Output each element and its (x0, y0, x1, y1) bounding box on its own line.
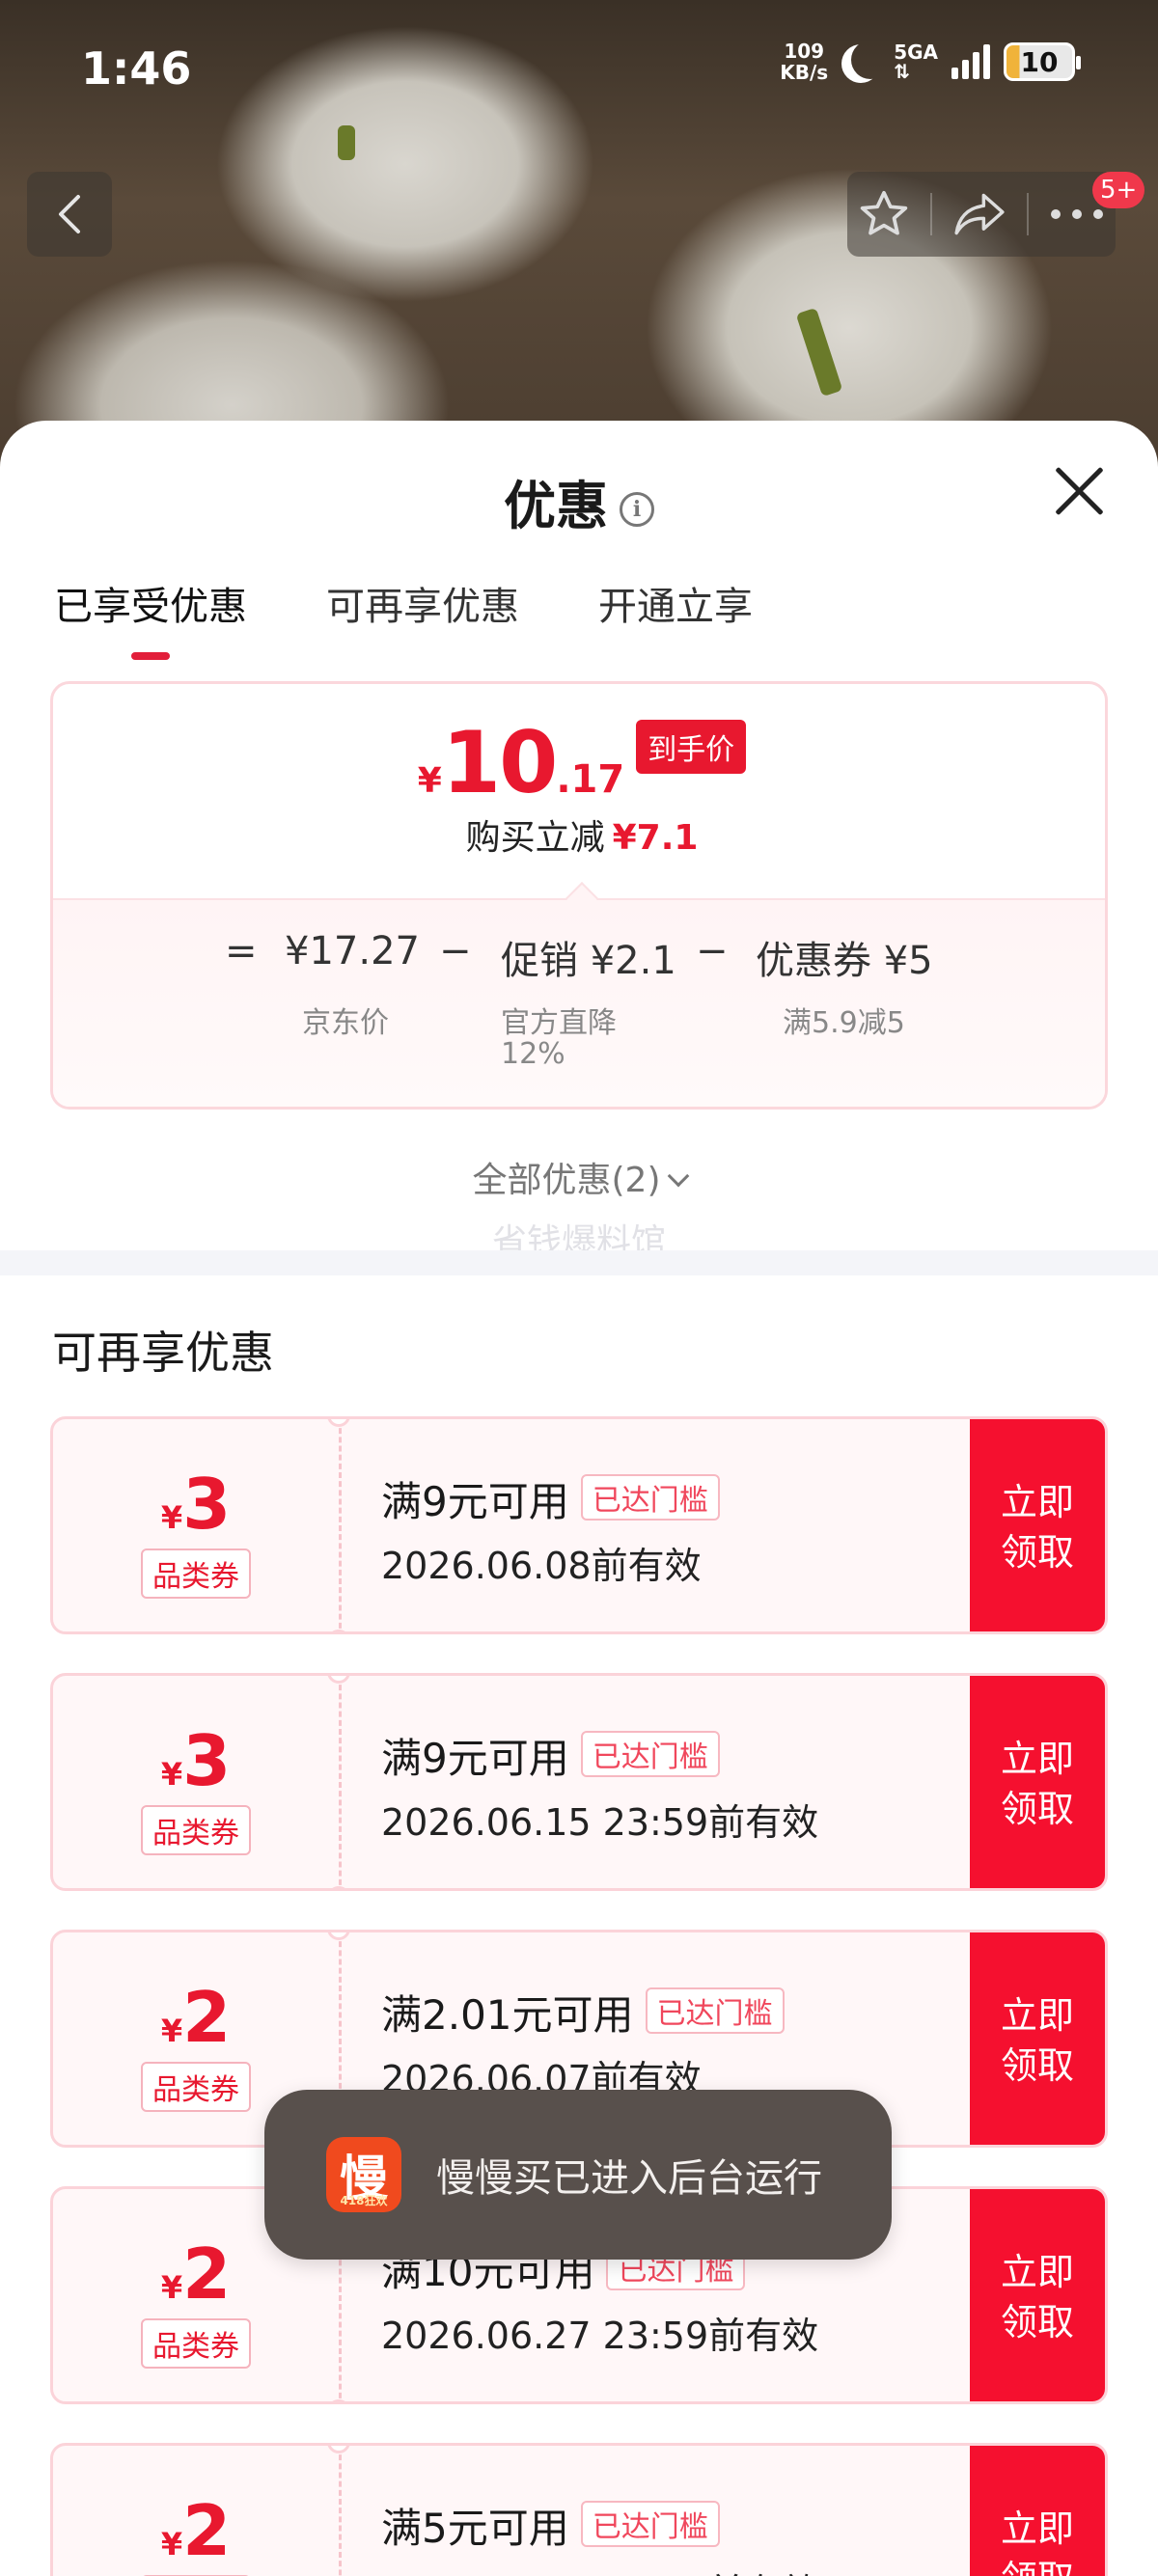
price-breakdown: = ¥17.27 − 促销 ¥2.1 − 优惠券 ¥5 京东价 官方直降 12%… (53, 882, 1105, 1107)
coupon-validity: 2026.06.30 23:59前有效 (381, 2562, 818, 2576)
promo-amount: 促销 ¥2.1 (501, 939, 676, 983)
star-icon[interactable] (857, 187, 911, 241)
promo-label: 官方直降 (501, 1006, 617, 1040)
melon-stem (795, 307, 843, 397)
coupon-type: 品类券 (141, 1548, 251, 1599)
claim-coupon-button[interactable]: 立即领取 (970, 1676, 1105, 1888)
claim-coupon-button[interactable]: 立即领取 (970, 2446, 1105, 2576)
minus-sign: − (696, 929, 729, 973)
more-offers-title: 可再享优惠 (52, 1327, 274, 1379)
chevron-down-icon (667, 1165, 689, 1188)
status-icons: 109 KB/s 5GA ⇅ 10 (780, 40, 1081, 84)
threshold-met-badge: 已达门槛 (645, 1987, 785, 2034)
coupon-amount: 优惠券 ¥5 (756, 939, 933, 983)
network-speed: 109 KB/s (780, 40, 829, 84)
coupon-condition: 满9元可用 (381, 1478, 569, 1525)
app-logo-icon: 慢 418狂欢 (326, 2137, 401, 2212)
coupon-condition: 满9元可用 (381, 1735, 569, 1782)
background-run-toast: 慢 418狂欢 慢慢买已进入后台运行 (264, 2090, 892, 2260)
divider (1027, 193, 1029, 235)
coupon-validity: 2026.06.15 23:59前有效 (381, 1801, 819, 1844)
tab-more-offers[interactable]: 可再享优惠 (326, 575, 519, 631)
coupon-divider (339, 2446, 342, 2576)
claim-coupon-button[interactable]: 立即领取 (970, 1932, 1105, 2145)
offer-tabs: 已享受优惠 可再享优惠 开通立享 (54, 575, 753, 660)
more-dots-icon[interactable] (1048, 206, 1106, 222)
coupon-type: 品类券 (141, 2318, 251, 2369)
status-bar: 1:46 109 KB/s 5GA ⇅ 10 (0, 0, 1158, 135)
sheet-title: 优惠 (504, 476, 608, 536)
coupon-details: 满5元可用已达门槛 2026.06.30 23:59前有效 (381, 2496, 818, 2576)
instant-reduction: 购买立减 ¥7.1 (465, 818, 699, 858)
network-type: 5GA ⇅ (894, 41, 938, 83)
threshold-met-badge: 已达门槛 (580, 2501, 720, 2547)
promo-percent: 12% (501, 1037, 565, 1071)
final-price: ¥10.17到手价 (53, 713, 1105, 812)
equals-sign: = (225, 929, 258, 973)
coupon-card: ¥2 品类券 满5元可用已达门槛 2026.06.30 23:59前有效 立即领… (50, 2443, 1108, 2576)
coupon-value: ¥3 品类券 (53, 1676, 339, 1888)
threshold-met-badge: 已达门槛 (580, 1731, 720, 1777)
coupon-threshold: 满5.9减5 (783, 1006, 905, 1040)
coupon-type: 品类券 (141, 2062, 251, 2112)
divider (930, 193, 932, 235)
threshold-met-badge: 已达门槛 (580, 1474, 720, 1521)
battery-icon: 10 (1004, 42, 1081, 81)
coupon-condition: 满2.01元可用 (381, 1991, 634, 2039)
jd-price-label: 京东价 (302, 1006, 389, 1040)
minus-sign: − (439, 929, 472, 973)
status-time: 1:46 (81, 42, 192, 95)
jd-price: ¥17.27 (285, 929, 420, 973)
coupon-validity: 2026.06.08前有效 (381, 1545, 702, 1587)
coupon-type: 品类券 (141, 1805, 251, 1855)
section-divider (0, 1250, 1158, 1275)
claim-coupon-button[interactable]: 立即领取 (970, 1419, 1105, 1631)
coupon-divider (339, 1419, 342, 1631)
tab-activate-offers[interactable]: 开通立享 (598, 575, 753, 631)
coupon-card: ¥3 品类券 满9元可用 已达门槛 2026.06.08前有效 立即 领取 (50, 1416, 1108, 1634)
do-not-disturb-icon (851, 41, 890, 79)
coupon-validity: 2026.06.27 23:59前有效 (381, 2315, 819, 2357)
coupon-details: 满9元可用 已达门槛 2026.06.15 23:59前有效 (381, 1726, 818, 1846)
all-offers-toggle[interactable]: 全部优惠(2) (0, 1152, 1158, 1202)
notification-badge: 5+ (1092, 172, 1145, 208)
coupon-value: ¥3 品类券 (53, 1419, 339, 1631)
info-icon[interactable]: i (620, 492, 654, 528)
coupon-divider (339, 1676, 342, 1888)
coupon-details: 满9元可用 已达门槛 2026.06.08前有效 (381, 1469, 720, 1589)
close-button[interactable] (1052, 463, 1106, 517)
coupon-condition: 满5元可用 (381, 2505, 569, 2552)
final-price-tag: 到手价 (636, 720, 747, 774)
final-price-card: ¥10.17到手价 购买立减 ¥7.1 = ¥17.27 − 促销 ¥2.1 − … (50, 681, 1108, 1110)
coupon-value: ¥2 品类券 (53, 2446, 339, 2576)
toast-message: 慢慢买已进入后台运行 (436, 2156, 822, 2201)
coupon-details: 满2.01元可用 已达门槛 2026.06.07前有效 (381, 1983, 785, 2102)
share-icon[interactable] (951, 189, 1007, 239)
sheet-title-row: 优惠 i (0, 463, 1158, 539)
claim-coupon-button[interactable]: 立即领取 (970, 2189, 1105, 2401)
top-actions (847, 172, 1116, 257)
tab-enjoyed-offers[interactable]: 已享受优惠 (54, 575, 247, 660)
price-summary: ¥10.17到手价 购买立减 ¥7.1 (53, 684, 1105, 898)
coupon-card: ¥3 品类券 满9元可用 已达门槛 2026.06.15 23:59前有效 立即领… (50, 1673, 1108, 1891)
signal-icon (951, 44, 990, 79)
back-arrow-icon (59, 195, 80, 233)
back-button[interactable] (27, 172, 112, 257)
